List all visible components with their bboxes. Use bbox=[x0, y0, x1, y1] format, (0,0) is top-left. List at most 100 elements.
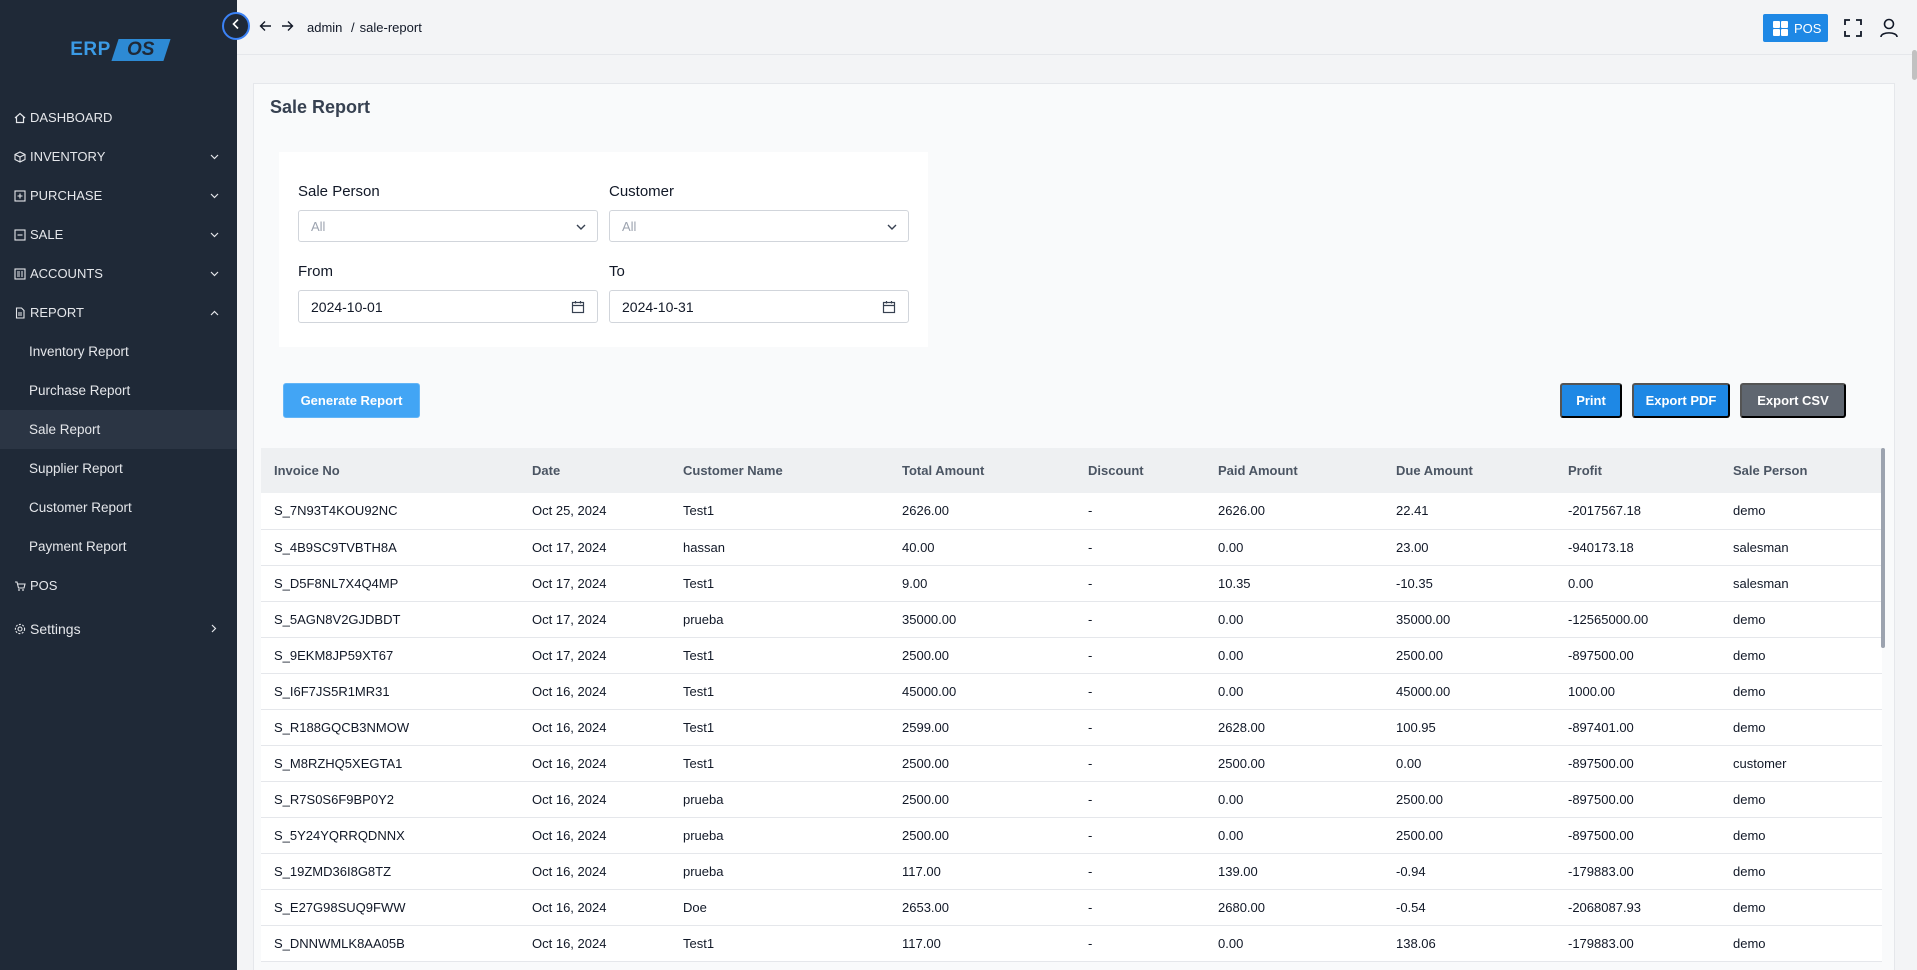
table-cell: S_R7S0S6F9BP0Y2 bbox=[274, 791, 394, 807]
column-header[interactable]: Discount bbox=[1075, 448, 1205, 493]
table-row[interactable]: S_M8RZHQ5XEGTA1 Oct 16, 2024 Test1 2500.00 -… bbox=[261, 745, 1882, 781]
sidebar-item-pos[interactable]: POS bbox=[0, 566, 237, 605]
sidebar-collapse-button[interactable] bbox=[222, 12, 250, 40]
column-header[interactable]: Sale Person bbox=[1720, 448, 1882, 493]
sidebar-subitem-supplier-report[interactable]: Supplier Report bbox=[0, 449, 237, 488]
table-cell: Oct 16, 2024 bbox=[532, 755, 607, 771]
plus-square-icon bbox=[13, 189, 26, 202]
sidebar-item-report[interactable]: REPORT bbox=[0, 293, 237, 332]
table-cell: Oct 16, 2024 bbox=[532, 899, 607, 915]
column-header[interactable]: Date bbox=[519, 448, 670, 493]
calendar-icon[interactable] bbox=[571, 300, 585, 314]
chevron-down-icon bbox=[575, 221, 587, 233]
table-cell: S_19ZMD36I8G8TZ bbox=[274, 863, 392, 879]
from-date-input[interactable]: 2024-10-01 bbox=[298, 290, 598, 323]
pos-button-label: POS bbox=[1794, 20, 1822, 36]
table-row[interactable]: S_5AGN8V2GJDBDT Oct 17, 2024 prueba 35000.0… bbox=[261, 601, 1882, 637]
generate-report-button[interactable]: Generate Report bbox=[283, 383, 420, 418]
sidebar-subitem-payment-report[interactable]: Payment Report bbox=[0, 527, 237, 566]
table-cell: 35000.00 bbox=[902, 611, 957, 627]
table-cell: 2599.00 bbox=[902, 719, 949, 735]
page-scrollbar-thumb[interactable] bbox=[1912, 50, 1917, 80]
table-cell: prueba bbox=[683, 827, 724, 843]
sidebar-subitem-label: Purchase Report bbox=[29, 383, 131, 398]
back-arrow-icon[interactable] bbox=[257, 18, 273, 34]
table-cell: 0.00 bbox=[1218, 791, 1244, 807]
table-row[interactable]: S_D5F8NL7X4Q4MP Oct 17, 2024 Test1 9.00-10.… bbox=[261, 565, 1882, 601]
column-header[interactable]: Invoice No bbox=[261, 448, 519, 493]
table-cell: -897500.00 bbox=[1568, 755, 1634, 771]
chevron-down-icon bbox=[209, 191, 219, 201]
table-cell: - bbox=[1088, 611, 1093, 627]
to-date-input[interactable]: 2024-10-31 bbox=[609, 290, 909, 323]
column-header[interactable]: Customer Name bbox=[670, 448, 889, 493]
chevron-left-icon bbox=[231, 17, 241, 35]
export-pdf-button[interactable]: Export PDF bbox=[1632, 383, 1730, 418]
table-row[interactable]: S_5Y24YQRRQDNNX Oct 16, 2024 prueba 2500.00… bbox=[261, 817, 1882, 853]
table-row[interactable]: S_9EKM8JP59XT67 Oct 17, 2024 Test1 2500.00 -… bbox=[261, 637, 1882, 673]
sidebar-subitem-purchase-report[interactable]: Purchase Report bbox=[0, 371, 237, 410]
table-cell: -897500.00 bbox=[1568, 791, 1634, 807]
cart-icon bbox=[13, 579, 26, 592]
sidebar-item-accounts[interactable]: ACCOUNTS bbox=[0, 254, 237, 293]
sidebar-subitem-sale-report[interactable]: Sale Report bbox=[0, 410, 237, 449]
table-cell: Test1 bbox=[683, 755, 715, 771]
sale-person-select[interactable]: All bbox=[298, 210, 598, 242]
table-row[interactable]: S_I6F7JS5R1MR31 Oct 16, 2024 Test1 45000.00… bbox=[261, 673, 1882, 709]
print-button[interactable]: Print bbox=[1560, 383, 1622, 418]
column-header[interactable]: Paid Amount bbox=[1205, 448, 1383, 493]
table-cell: -179883.00 bbox=[1568, 935, 1634, 951]
sidebar-item-label: ACCOUNTS bbox=[30, 266, 103, 281]
sidebar-item-purchase[interactable]: PURCHASE bbox=[0, 176, 237, 215]
column-header[interactable]: Due Amount bbox=[1383, 448, 1555, 493]
forward-arrow-icon[interactable] bbox=[279, 18, 295, 34]
table-row[interactable]: S_DNNWMLK8AA05B Oct 16, 2024 Test1 117.00 - 0… bbox=[261, 925, 1882, 961]
table-row[interactable]: S_R188GQCB3NMOW Oct 16, 2024 Test1 2599.00 -… bbox=[261, 709, 1882, 745]
sidebar-subitem-inventory-report[interactable]: Inventory Report bbox=[0, 332, 237, 371]
table-cell: demo bbox=[1733, 683, 1766, 699]
table-cell: 1000.00 bbox=[1568, 683, 1615, 699]
sale-report-table-container: Invoice No Date Customer Name Total Amount D… bbox=[261, 448, 1882, 962]
logo-text-os: OS bbox=[127, 39, 155, 60]
calendar-icon[interactable] bbox=[882, 300, 896, 314]
chevron-up-icon bbox=[209, 308, 219, 318]
sidebar-item-inventory[interactable]: INVENTORY bbox=[0, 137, 237, 176]
sidebar-item-dashboard[interactable]: DASHBOARD bbox=[0, 98, 237, 137]
table-row[interactable]: S_7N93T4KOU92NC Oct 25, 2024 Test1 2626.00 -… bbox=[261, 493, 1882, 529]
table-cell: 22.41 bbox=[1396, 503, 1429, 519]
sidebar-subitem-customer-report[interactable]: Customer Report bbox=[0, 488, 237, 527]
table-cell: 2500.00 bbox=[902, 755, 949, 771]
column-header[interactable]: Total Amount bbox=[889, 448, 1075, 493]
sidebar-item-settings[interactable]: Settings bbox=[0, 605, 237, 652]
table-cell: 2680.00 bbox=[1218, 899, 1265, 915]
table-cell: 2626.00 bbox=[902, 503, 949, 519]
erp-os-logo[interactable]: ERP OS bbox=[0, 32, 237, 68]
table-cell: demo bbox=[1733, 791, 1766, 807]
table-row[interactable]: S_4B9SC9TVBTH8A Oct 17, 2024 hassan 40.00 - 0… bbox=[261, 529, 1882, 565]
table-cell: Oct 17, 2024 bbox=[532, 611, 607, 627]
box-icon bbox=[13, 150, 26, 163]
user-icon[interactable] bbox=[1878, 17, 1900, 39]
export-csv-button[interactable]: Export CSV bbox=[1740, 383, 1846, 418]
table-cell: - bbox=[1088, 719, 1093, 735]
sidebar-item-sale[interactable]: SALE bbox=[0, 215, 237, 254]
table-row[interactable]: S_19ZMD36I8G8TZ Oct 16, 2024 prueba 117.00 -… bbox=[261, 853, 1882, 889]
table-row[interactable]: S_E27G98SUQ9FWW Oct 16, 2024 Doe 2653.00 - 26… bbox=[261, 889, 1882, 925]
customer-select[interactable]: All bbox=[609, 210, 909, 242]
gear-icon bbox=[13, 622, 26, 635]
from-date-value: 2024-10-01 bbox=[311, 298, 383, 315]
sidebar-subitem-label: Customer Report bbox=[29, 500, 132, 515]
table-cell: Oct 16, 2024 bbox=[532, 827, 607, 843]
table-cell: 2628.00 bbox=[1218, 719, 1265, 735]
table-cell: demo bbox=[1733, 611, 1766, 627]
fullscreen-icon[interactable] bbox=[1843, 18, 1863, 38]
column-header[interactable]: Profit bbox=[1555, 448, 1720, 493]
table-cell: Test1 bbox=[683, 719, 715, 735]
table-cell: -179883.00 bbox=[1568, 863, 1634, 879]
breadcrumb-root[interactable]: admin bbox=[307, 20, 342, 35]
pos-button[interactable]: POS bbox=[1763, 14, 1828, 42]
table-row[interactable]: S_R7S0S6F9BP0Y2 Oct 16, 2024 prueba 2500.00… bbox=[261, 781, 1882, 817]
table-cell: Oct 16, 2024 bbox=[532, 935, 607, 951]
table-scrollbar-thumb[interactable] bbox=[1881, 448, 1885, 648]
page-scrollbar[interactable] bbox=[1912, 0, 1917, 970]
